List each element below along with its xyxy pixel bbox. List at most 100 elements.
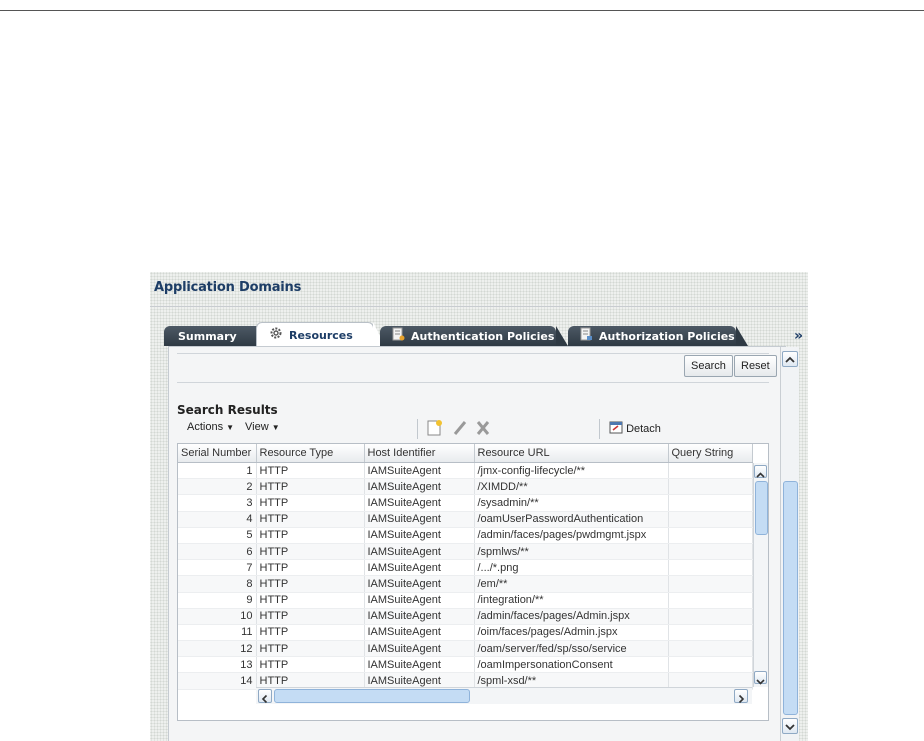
- scroll-down-icon[interactable]: [782, 718, 798, 734]
- tab-resources[interactable]: Resources: [256, 322, 385, 349]
- column-header-resource-url[interactable]: Resource URL: [474, 444, 669, 463]
- cell-serial-number: 13: [178, 656, 257, 674]
- detach-button[interactable]: Detach: [609, 421, 661, 435]
- cell-host-identifier: IAMSuiteAgent: [364, 575, 475, 593]
- cell-host-identifier: IAMSuiteAgent: [364, 543, 475, 561]
- new-resource-icon[interactable]: [427, 419, 443, 440]
- scroll-up-icon[interactable]: [782, 351, 798, 367]
- cell-resource-url: /oamImpersonationConsent: [474, 656, 669, 674]
- cell-resource-type: HTTP: [256, 656, 365, 674]
- cell-host-identifier: IAMSuiteAgent: [364, 624, 475, 642]
- cell-resource-url: /em/**: [474, 575, 669, 593]
- table-row[interactable]: 8 HTTP IAMSuiteAgent/em/**: [178, 575, 753, 593]
- cell-resource-type: HTTP: [256, 592, 365, 609]
- cell-resource-url: /oamUserPasswordAuthentication: [474, 511, 669, 528]
- cell-serial-number: 4: [178, 511, 257, 528]
- cell-host-identifier: IAMSuiteAgent: [364, 527, 475, 544]
- cell-serial-number: 8: [178, 575, 257, 593]
- cell-host-identifier: IAMSuiteAgent: [364, 608, 475, 625]
- table-horizontal-scroll-thumb[interactable]: [274, 689, 470, 703]
- cell-query-string: [668, 559, 753, 577]
- table-row[interactable]: 5 HTTP IAMSuiteAgent/admin/faces/pages/pwd…: [178, 527, 753, 544]
- reset-button[interactable]: Reset: [734, 355, 777, 377]
- content-vertical-scroll-thumb[interactable]: [783, 481, 798, 715]
- table-row[interactable]: 1 HTTP IAMSuiteAgent/jmx-config-lifecycle/…: [178, 462, 753, 480]
- results-table: Serial Number Resource Type Host Identif…: [177, 443, 769, 721]
- tab-authorization-policies[interactable]: Authorization Policies: [568, 326, 748, 346]
- toolbar-divider: [417, 419, 418, 439]
- actions-menu[interactable]: Actions ▼: [187, 421, 234, 433]
- table-row[interactable]: 12 HTTP IAMSuiteAgent/oam/server/fed/sp/ss…: [178, 640, 753, 658]
- cell-resource-url: /integration/**: [474, 592, 669, 609]
- table-row[interactable]: 9 HTTP IAMSuiteAgent/integration/**: [178, 592, 753, 609]
- search-results-title: Search Results: [177, 403, 278, 417]
- cell-resource-type: HTTP: [256, 527, 365, 544]
- table-row[interactable]: 7 HTTP IAMSuiteAgent/.../*.png: [178, 559, 753, 577]
- column-header-resource-type[interactable]: Resource Type: [256, 444, 365, 463]
- cell-resource-url: /oam/server/fed/sp/sso/service: [474, 640, 669, 658]
- cell-serial-number: 12: [178, 640, 257, 658]
- table-row[interactable]: 2 HTTP IAMSuiteAgent/XIMDD/**: [178, 478, 753, 496]
- view-menu-label: View: [245, 421, 269, 433]
- actions-menu-label: Actions: [187, 421, 224, 433]
- table-row[interactable]: 10 HTTP IAMSuiteAgent/admin/faces/pages/Ad…: [178, 608, 753, 625]
- column-header-serial-number[interactable]: Serial Number: [178, 444, 257, 463]
- cell-query-string: [668, 511, 753, 528]
- column-header-host-identifier[interactable]: Host Identifier: [364, 444, 475, 463]
- chevron-down-icon: ▼: [226, 423, 235, 432]
- cell-query-string: [668, 608, 753, 625]
- table-row[interactable]: 13 HTTP IAMSuiteAgent/oamImpersonationCons…: [178, 656, 753, 674]
- top-border-line: [0, 10, 924, 11]
- column-header-query-string[interactable]: Query String: [668, 444, 753, 463]
- detach-label: Detach: [626, 423, 661, 435]
- results-toolbar: Actions ▼ View ▼ Detach: [177, 419, 769, 439]
- cell-query-string: [668, 543, 753, 561]
- cell-resource-url: /spmlws/**: [474, 543, 669, 561]
- table-row[interactable]: 3 HTTP IAMSuiteAgent/sysadmin/**: [178, 494, 753, 512]
- detach-icon: [609, 421, 626, 435]
- cell-host-identifier: IAMSuiteAgent: [364, 511, 475, 528]
- table-vertical-scrollbar[interactable]: [753, 463, 768, 687]
- cell-resource-type: HTTP: [256, 543, 365, 561]
- gear-icon: [269, 324, 283, 349]
- cell-query-string: [668, 527, 753, 544]
- edit-pencil-icon[interactable]: [452, 419, 468, 440]
- scroll-up-icon[interactable]: [754, 465, 767, 478]
- cell-resource-type: HTTP: [256, 494, 365, 512]
- cell-serial-number: 1: [178, 462, 257, 480]
- cell-query-string: [668, 494, 753, 512]
- delete-x-icon[interactable]: [475, 419, 491, 440]
- cell-resource-type: HTTP: [256, 559, 365, 577]
- scroll-left-icon[interactable]: [258, 689, 272, 704]
- tab-authentication-policies[interactable]: Authentication Policies: [380, 326, 568, 346]
- tab-summary[interactable]: Summary: [164, 326, 276, 346]
- table-row[interactable]: 4 HTTP IAMSuiteAgent/oamUserPasswordAuthen…: [178, 511, 753, 528]
- cell-resource-type: HTTP: [256, 478, 365, 496]
- chevron-down-icon: ▼: [271, 423, 280, 432]
- search-criteria-area: [177, 353, 769, 383]
- table-vertical-scroll-thumb[interactable]: [755, 481, 768, 535]
- tab-resources-label: Resources: [289, 329, 353, 342]
- table-row[interactable]: 11 HTTP IAMSuiteAgent/oim/faces/pages/Admi…: [178, 624, 753, 642]
- view-menu[interactable]: View ▼: [245, 421, 280, 433]
- resources-tab-content: Search Reset Search Results Actions ▼ Vi…: [168, 346, 799, 741]
- cell-serial-number: 3: [178, 494, 257, 512]
- table-row[interactable]: 6 HTTP IAMSuiteAgent/spmlws/**: [178, 543, 753, 561]
- cell-resource-type: HTTP: [256, 624, 365, 642]
- cell-host-identifier: IAMSuiteAgent: [364, 494, 475, 512]
- table-horizontal-scrollbar[interactable]: [256, 687, 752, 704]
- cell-query-string: [668, 624, 753, 642]
- cell-resource-url: /sysadmin/**: [474, 494, 669, 512]
- title-divider: [150, 306, 808, 307]
- tab-summary-label: Summary: [178, 330, 237, 343]
- cell-host-identifier: IAMSuiteAgent: [364, 640, 475, 658]
- tab-authentication-policies-label: Authentication Policies: [411, 330, 555, 343]
- scroll-right-icon[interactable]: [734, 689, 748, 704]
- application-domains-panel: Application Domains Summary Resources Au…: [150, 272, 808, 741]
- cell-resource-type: HTTP: [256, 462, 365, 480]
- search-button[interactable]: Search: [684, 355, 733, 377]
- tab-bar: Summary Resources Authentication Policie…: [158, 322, 798, 349]
- tab-overflow-chevron-icon[interactable]: »: [794, 328, 803, 344]
- content-vertical-scrollbar[interactable]: [780, 347, 799, 741]
- scroll-down-icon[interactable]: [754, 671, 767, 685]
